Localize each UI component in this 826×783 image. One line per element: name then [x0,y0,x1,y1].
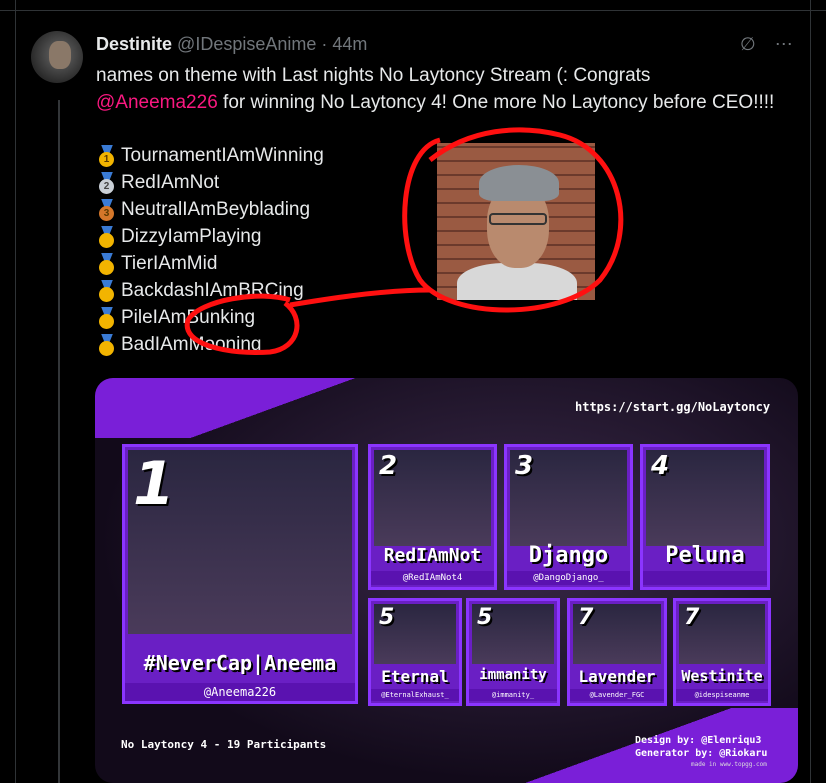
medal-icon [96,306,118,329]
header-actions: ∅ ⋯ [740,34,793,55]
result-row: 2 RedIAmNot [96,169,324,196]
time-separator: · [321,34,328,54]
player-rank: 7 [684,605,700,630]
author-handle[interactable]: @IDespiseAnime [177,34,316,54]
credits: Design by: @Elenriqu3 Generator by: @Rio… [635,734,767,760]
made-in-label: made in www.topgg.com [691,761,767,768]
medal-icon [96,225,118,248]
player-handle: @Aneema226 [125,683,355,701]
tweet-header: Destinite @IDespiseAnime · 44m [96,34,367,55]
player-card-5b: 5 immanity @immanity_ [466,598,560,706]
result-name: BackdashIAmBRCing [121,280,304,301]
top-divider [0,10,826,11]
player-name: Django [528,543,609,568]
grok-icon[interactable]: ∅ [740,34,756,54]
result-name: NeutralIAmBeyblading [121,199,311,220]
more-icon[interactable]: ⋯ [775,34,793,54]
player-handle: @immanity_ [469,689,557,701]
player-handle: @RedIAmNot4 [371,571,494,585]
player-rank: 5 [477,605,493,630]
player-handle: @Lavender_FGC [570,689,664,701]
player-name: Lavender [578,667,656,686]
player-handle: @DangoDjango_ [507,571,630,585]
player-card-2: 2 RedIAmNot @RedIAmNot4 [368,444,497,590]
medal-icon: 3 [96,198,118,221]
result-name: RedIAmNot [121,172,220,193]
result-row: BackdashIAmBRCing [96,277,324,304]
inserted-face-photo [437,143,595,300]
result-row: DizzyIamPlaying [96,223,324,250]
result-row: BadIAmMooning [96,331,324,358]
author-name[interactable]: Destinite [96,34,172,54]
medal-icon: 1 [96,144,118,167]
credit-design: Design by: @Elenriqu3 [635,735,762,746]
player-card-5a: 5 Eternal @EternalExhaust_ [368,598,462,706]
player-name: immanity [479,667,547,683]
result-name: DizzyIamPlaying [121,226,262,247]
player-rank: 1 [133,449,175,519]
player-name: RedIAmNot [383,545,482,566]
medal-icon [96,333,118,356]
result-name: TournamentIAmWinning [121,145,324,166]
result-row: TierIAmMid [96,250,324,277]
tweet-text-end: for winning No Laytoncy 4! One more No L… [217,92,775,113]
medal-icon [96,252,118,275]
medal-icon [96,279,118,302]
medal-icon: 2 [96,171,118,194]
results-graphic[interactable]: https://start.gg/NoLaytoncy 1 #NeverCap|… [95,378,798,783]
player-handle: @EternalExhaust_ [371,689,459,701]
player-card-7a: 7 Lavender @Lavender_FGC [567,598,667,706]
left-border [15,0,16,783]
result-name: BadIAmMooning [121,334,262,355]
player-handle [643,571,767,585]
mention-link[interactable]: @Aneema226 [96,92,218,113]
thread-line [58,100,60,783]
player-name: Westinite [681,667,763,685]
result-row: PileIAmBunking [96,304,324,331]
player-card-1: 1 #NeverCap|Aneema @Aneema226 [122,444,358,704]
player-rank: 5 [379,605,395,630]
player-rank: 4 [651,451,670,481]
credit-generator: Generator by: @Riokaru [635,748,768,759]
player-rank: 2 [379,451,398,481]
author-avatar[interactable] [31,31,83,83]
tweet-text-start: names on theme with Last nights No Layto… [96,65,651,86]
participants-label: No Laytoncy 4 - 19 Participants [121,738,327,751]
result-name: TierIAmMid [121,253,218,274]
result-name: PileIAmBunking [121,307,256,328]
result-row: 3 NeutralIAmBeyblading [96,196,324,223]
player-handle: @idespiseanme [676,689,768,701]
player-card-4: 4 Peluna [640,444,770,590]
player-card-7b: 7 Westinite @idespiseanme [673,598,771,706]
tweet-text: names on theme with Last nights No Layto… [96,62,776,116]
player-name: Peluna [665,543,745,568]
player-rank: 7 [578,605,594,630]
tweet-time[interactable]: 44m [332,34,367,54]
result-row: 1 TournamentIAmWinning [96,142,324,169]
player-name: Eternal [381,667,449,686]
player-rank: 3 [515,451,534,481]
right-border [810,0,811,783]
results-list: 1 TournamentIAmWinning 2 RedIAmNot 3 NeutralI… [96,142,324,358]
player-card-3: 3 Django @DangoDjango_ [504,444,633,590]
player-name: #NeverCap|Aneema [143,651,337,675]
graphic-url: https://start.gg/NoLaytoncy [575,400,771,414]
